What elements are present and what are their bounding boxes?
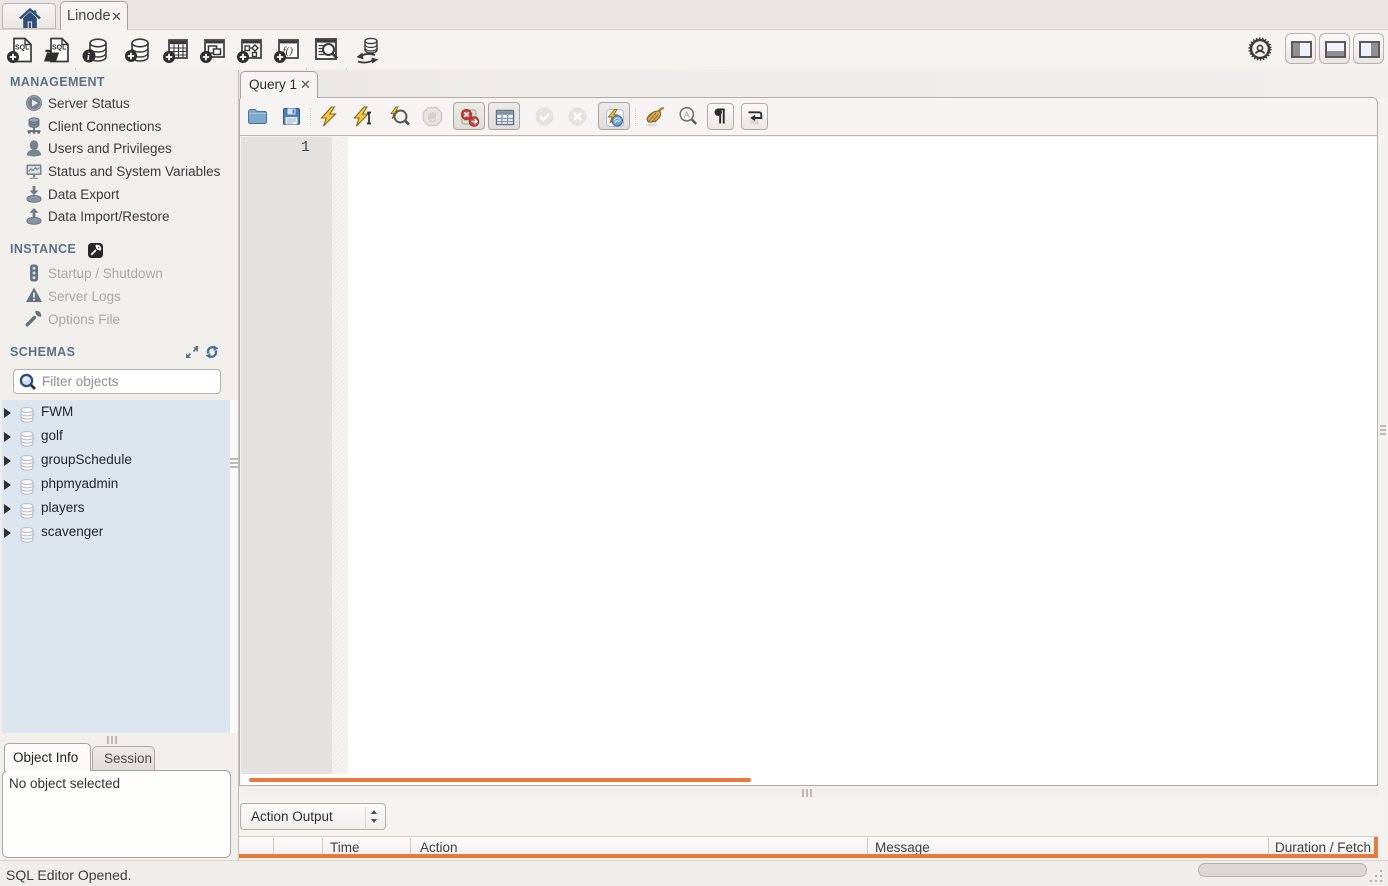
svg-text:SQL: SQL (52, 45, 67, 52)
svg-text:i: i (87, 52, 90, 63)
svg-text:SQL: SQL (15, 45, 30, 52)
svg-text:A: A (684, 111, 690, 120)
